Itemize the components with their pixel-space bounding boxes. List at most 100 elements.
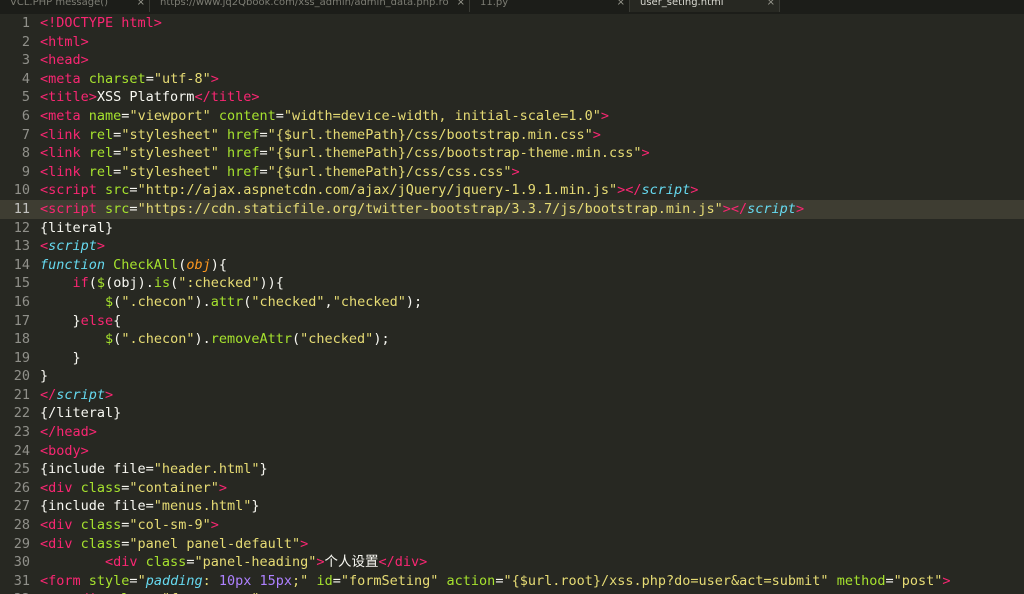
code-token: <link xyxy=(40,126,89,143)
code-line[interactable]: 26 <div class="container"> xyxy=(0,479,1024,498)
code-line[interactable]: 31 <form style="padding: 10px 15px;" id="… xyxy=(0,572,1024,591)
code-editor[interactable]: 1 <!DOCTYPE html> 2 <html> 3 <head> 4 <meta cha… xyxy=(0,14,1024,594)
code-token: > xyxy=(300,535,309,552)
code-text: $(".checon").attr("checked","checked"); xyxy=(40,293,1024,312)
code-text: {include file="header.html"} xyxy=(40,460,1024,479)
code-token: class xyxy=(80,517,122,534)
code-line[interactable]: 24 <body> xyxy=(0,442,1024,461)
code-line[interactable]: 13 <script> xyxy=(0,237,1024,256)
code-line[interactable]: 6 <meta name="viewport" content="width=de… xyxy=(0,107,1024,126)
line-number: 20 xyxy=(13,368,30,385)
code-token: " xyxy=(137,572,146,589)
code-line[interactable]: 29 <div class="panel panel-default"> xyxy=(0,535,1024,554)
code-token: > xyxy=(942,572,951,589)
code-token: href xyxy=(227,145,260,162)
code-token: = xyxy=(129,572,138,589)
code-line[interactable]: 8 <link rel="stylesheet" href="{$url.them… xyxy=(0,144,1024,163)
code-token: "panel panel-default" xyxy=(129,535,301,552)
code-token: attr xyxy=(210,293,244,310)
code-line[interactable]: 17 }else{ xyxy=(0,312,1024,331)
code-token: > xyxy=(641,145,650,162)
tab-close-icon[interactable]: × xyxy=(617,0,625,12)
code-token: <form xyxy=(40,572,89,589)
code-token: "header.html" xyxy=(153,461,260,478)
code-line[interactable]: 5 <title>XSS Platform</title> xyxy=(0,88,1024,107)
code-token: } xyxy=(251,498,260,515)
code-line[interactable]: 9 <link rel="stylesheet" href="{$url.them… xyxy=(0,163,1024,182)
code-text: <div class="col-sm-9"> xyxy=(40,516,1024,535)
code-line[interactable]: 12 {literal} xyxy=(0,219,1024,238)
code-line[interactable]: 21 </script> xyxy=(0,386,1024,405)
code-text: <body> xyxy=(40,442,1024,461)
code-line[interactable]: 11 <script src="https://cdn.staticfile.or… xyxy=(0,199,1024,219)
code-text: <link rel="stylesheet" href="{$url.theme… xyxy=(40,163,1024,182)
code-token: ). xyxy=(194,293,211,310)
code-token: </ xyxy=(730,200,748,217)
code-line[interactable]: 16 $(".checon").attr("checked","checked"… xyxy=(0,293,1024,312)
code-line[interactable]: 32 <div class="form-group"> xyxy=(0,590,1024,594)
code-line[interactable]: 1 <!DOCTYPE html> xyxy=(0,14,1024,33)
code-line[interactable]: 23 </head> xyxy=(0,423,1024,442)
code-token: <div xyxy=(40,479,81,496)
code-line[interactable]: 28 <div class="col-sm-9"> xyxy=(0,516,1024,535)
tab-3[interactable]: user_seting.html × xyxy=(630,0,780,12)
code-line[interactable]: 15 if($(obj).is(":checked")){ xyxy=(0,274,1024,293)
code-token: </div> xyxy=(378,554,428,571)
code-line[interactable]: 20} xyxy=(0,367,1024,386)
code-token: ( xyxy=(88,275,97,292)
code-token: { xyxy=(275,275,284,292)
code-text: <script> xyxy=(40,237,1024,256)
code-line[interactable]: 25 {include file="header.html"} xyxy=(0,460,1024,479)
code-line[interactable]: 27 {include file="menus.html"} xyxy=(0,497,1024,516)
code-token: "stylesheet" xyxy=(121,145,219,162)
line-number: 5 xyxy=(21,89,30,106)
code-token: , xyxy=(324,293,333,310)
code-token: id xyxy=(316,572,333,589)
code-token: > xyxy=(316,554,325,571)
code-text: {literal} xyxy=(40,219,1024,238)
code-text: {include file="menus.html"} xyxy=(40,497,1024,516)
code-line[interactable]: 3 <head> xyxy=(0,51,1024,70)
code-token: src xyxy=(105,200,130,217)
tab-2[interactable]: 11.py × xyxy=(470,0,630,12)
code-token: <head> xyxy=(40,52,89,69)
line-number: 32 xyxy=(0,590,30,594)
tab-close-icon[interactable]: × xyxy=(767,0,775,12)
tab-close-icon[interactable]: × xyxy=(457,0,465,12)
code-line[interactable]: 14 function CheckAll(obj){ xyxy=(0,256,1024,275)
code-token: ); xyxy=(405,293,423,310)
code-line[interactable]: 4 <meta charset="utf-8"> xyxy=(0,70,1024,89)
tab-1[interactable]: https://www.jq2Qbook.com/xss_admin/admin… xyxy=(150,0,470,12)
code-line[interactable]: 10 <script src="http://ajax.aspnetcdn.com… xyxy=(0,181,1024,200)
code-token: <!DOCTYPE html> xyxy=(40,15,162,31)
code-token: rel xyxy=(88,126,114,143)
line-number: 31 xyxy=(13,572,30,589)
line-number: 21 xyxy=(13,386,30,403)
line-number: 25 xyxy=(13,461,30,478)
code-text: <!DOCTYPE html> xyxy=(40,14,1024,33)
code-line[interactable]: 18 $(".checon").removeAttr("checked"); xyxy=(0,330,1024,349)
tab-close-icon[interactable]: × xyxy=(137,0,145,12)
code-token: <link xyxy=(40,163,89,180)
code-token: ".checon" xyxy=(121,293,195,310)
code-line[interactable]: 7 <link rel="stylesheet" href="{$url.them… xyxy=(0,126,1024,145)
code-line[interactable]: 22 {/literal} xyxy=(0,404,1024,423)
line-number: 30 xyxy=(13,554,30,571)
code-line[interactable]: 30 <div class="panel-heading">个人设置</div> xyxy=(0,553,1024,572)
line-number: 26 xyxy=(13,479,30,496)
tab-0[interactable]: VCL.PHP message() × xyxy=(0,0,150,12)
code-token: > xyxy=(795,200,805,217)
code-token: "width=device-width, initial-scale=1.0" xyxy=(283,107,601,124)
tab-bar: VCL.PHP message() × https://www.jq2Qbook.c… xyxy=(0,0,1024,14)
code-line[interactable]: 19 } xyxy=(0,349,1024,368)
line-number: 12 xyxy=(13,219,30,236)
code-token: <title> xyxy=(40,89,97,106)
line-number: 9 xyxy=(21,163,30,180)
code-token: action xyxy=(446,572,496,589)
code-token: src xyxy=(105,182,130,199)
code-line[interactable]: 2 <html> xyxy=(0,33,1024,52)
code-text: <form style="padding: 10px 15px;" id="fo… xyxy=(40,572,1024,591)
code-token: 个人设置 xyxy=(324,554,379,571)
